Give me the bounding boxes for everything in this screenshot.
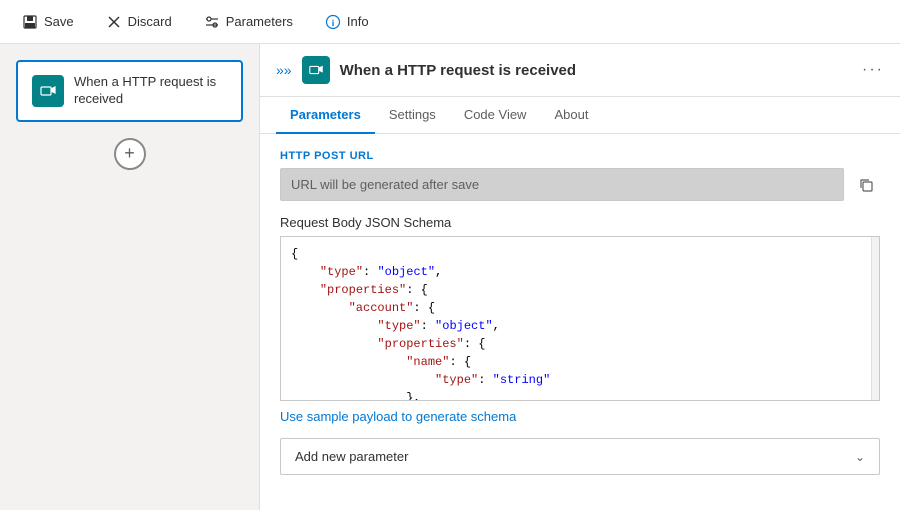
editor-scrollbar[interactable] [871, 237, 879, 400]
schema-label: Request Body JSON Schema [280, 215, 880, 230]
panel-body: HTTP POST URL URL will be generated afte… [260, 134, 900, 510]
sidebar: When a HTTP request is received + [0, 44, 260, 510]
panel-header: »» When a HTTP request is received ··· [260, 44, 900, 97]
save-icon [22, 14, 38, 30]
json-schema-editor[interactable]: { "type": "object", "properties": { "acc… [280, 236, 880, 401]
toolbar: Save Discard Parameters [0, 0, 900, 44]
chevron-down-icon: ⌄ [855, 450, 865, 464]
save-label: Save [44, 14, 74, 29]
copy-url-button[interactable] [852, 171, 880, 199]
main-layout: When a HTTP request is received + »» Whe… [0, 44, 900, 510]
expand-icon[interactable]: »» [276, 62, 292, 78]
save-button[interactable]: Save [16, 10, 80, 34]
tabs-bar: Parameters Settings Code View About [260, 97, 900, 134]
trigger-card[interactable]: When a HTTP request is received [16, 60, 243, 122]
info-button[interactable]: i Info [319, 10, 375, 34]
parameters-label: Parameters [226, 14, 293, 29]
url-placeholder-text: URL will be generated after save [291, 177, 479, 192]
trigger-icon [32, 75, 64, 107]
add-icon: + [124, 143, 135, 164]
tab-parameters[interactable]: Parameters [276, 97, 375, 134]
parameters-button[interactable]: Parameters [198, 10, 299, 34]
discard-button[interactable]: Discard [100, 10, 178, 34]
url-field: URL will be generated after save [280, 168, 844, 201]
add-parameter-bar[interactable]: Add new parameter ⌄ [280, 438, 880, 475]
info-icon: i [325, 14, 341, 30]
parameters-icon [204, 14, 220, 30]
tab-settings[interactable]: Settings [375, 97, 450, 134]
tab-about[interactable]: About [540, 97, 602, 134]
svg-text:i: i [332, 18, 335, 28]
use-sample-link[interactable]: Use sample payload to generate schema [280, 409, 880, 424]
info-label: Info [347, 14, 369, 29]
panel-action-icon [302, 56, 330, 84]
add-step-button[interactable]: + [114, 138, 146, 170]
add-param-label: Add new parameter [295, 449, 408, 464]
trigger-label: When a HTTP request is received [74, 74, 227, 108]
http-post-url-label: HTTP POST URL [280, 150, 880, 162]
url-field-container: URL will be generated after save [280, 168, 880, 201]
discard-icon [106, 14, 122, 30]
more-options-button[interactable]: ··· [862, 61, 884, 79]
tab-code-view[interactable]: Code View [450, 97, 541, 134]
detail-panel: »» When a HTTP request is received ··· P… [260, 44, 900, 510]
discard-label: Discard [128, 14, 172, 29]
panel-title: When a HTTP request is received [340, 62, 852, 79]
